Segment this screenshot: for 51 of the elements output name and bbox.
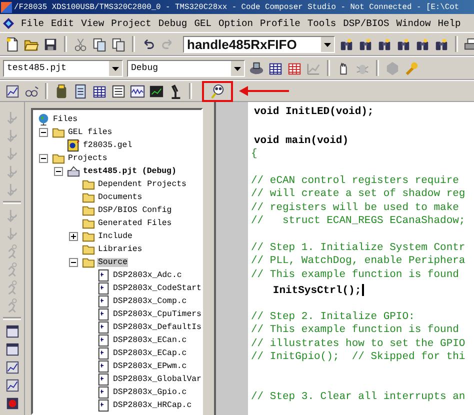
code-comment: // Step 1. Initialize System Contr (251, 242, 466, 255)
code-comment: // illustrates how to set the GPIO (251, 338, 466, 351)
menu-item[interactable]: Profile (260, 18, 300, 28)
code-comment: // Step 2. Initalize GPIO: (251, 310, 416, 324)
tree-item[interactable]: Source (97, 258, 128, 267)
tree-item[interactable]: Libraries (97, 245, 144, 254)
tree-item[interactable]: DSP2803x_Adc.c (112, 271, 183, 280)
menu-item[interactable]: File (21, 18, 44, 28)
tree-item[interactable]: DSP2803x_Comp.c (112, 297, 188, 306)
tree-item[interactable]: Include (97, 232, 134, 241)
tree-item[interactable]: DSP2803x_DefaultIs (112, 323, 201, 332)
code-comment: // will create a set of shadow reg (251, 188, 466, 202)
tree-item[interactable]: Projects (67, 154, 108, 163)
tree-item[interactable]: Dependent Projects (97, 180, 188, 189)
code-comment: // Step 3. Clear all interrupts an (251, 391, 466, 405)
tree-item[interactable]: DSP2803x_ECan.c (112, 336, 188, 345)
tree-item[interactable]: Generated Files (97, 219, 173, 228)
menu-item[interactable]: Project (111, 18, 152, 28)
code-line: { (251, 148, 258, 162)
tree-item[interactable]: DSP2803x_Gpio.c (112, 388, 188, 397)
menu-item[interactable]: Debug (158, 18, 188, 28)
tree-item[interactable]: DSP2803x_EPwm.c (112, 362, 188, 371)
menu-item[interactable]: Tools (307, 18, 336, 28)
menu-item[interactable]: GEL (194, 18, 212, 28)
code-comment: // This example function is found (251, 268, 460, 282)
code-comment: // registers will be used to make (251, 202, 460, 215)
tree-item[interactable]: DSP/BIOS Config (97, 206, 173, 215)
project-combo[interactable]: test485.pjt (3, 60, 123, 76)
code-comment: // PLL, WatchDog, enable Periphera (251, 255, 466, 269)
code-comment: // InitGpio(); // Skipped for thi (251, 351, 466, 364)
menu-item[interactable]: Help (438, 18, 461, 28)
tree-item[interactable]: Files (52, 115, 79, 124)
menu-item[interactable]: Window (396, 18, 431, 28)
tree-item[interactable]: DSP2803x_CpuTimers (112, 310, 201, 319)
menu-item[interactable]: Option (218, 18, 254, 28)
code-comment: // struct ECAN_REGS ECanaShadow; (251, 215, 466, 229)
tree-item[interactable]: DSP2803x_CodeStart (112, 284, 201, 293)
code-comment: // eCAN control registers require (251, 174, 460, 188)
tree-item[interactable]: test485.pjt (Debug) (82, 167, 178, 176)
menu-item[interactable]: Edit (51, 18, 74, 28)
menu-item[interactable]: View (81, 18, 104, 28)
tree-item[interactable]: f28035.gel (82, 141, 134, 150)
tree-item[interactable]: DSP2803x_ECap.c (112, 349, 188, 358)
config-combo[interactable]: Debug (127, 60, 245, 76)
menu-item[interactable]: DSP/BIOS (343, 18, 390, 28)
tree-item[interactable]: DSP2803x_HRCap.c (112, 401, 193, 410)
tree-item[interactable]: GEL files (67, 128, 114, 137)
tree-item[interactable]: DSP2803x_GlobalVar (112, 375, 201, 384)
code-comment: // This example function is found (251, 324, 460, 338)
function-combo[interactable]: handle485RxFIFO (183, 36, 335, 52)
tree-item[interactable]: Documents (97, 193, 144, 202)
